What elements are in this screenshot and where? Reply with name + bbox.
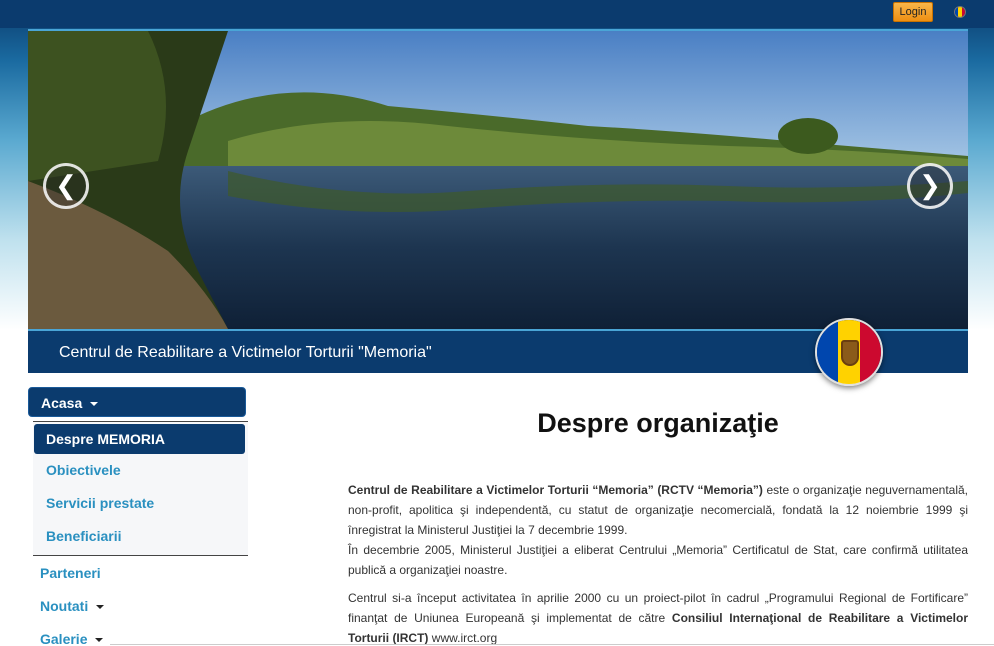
submenu-item-despre-memoria[interactable]: Despre MEMORIA [34,424,245,454]
paragraph: Centrul si-a început activitatea în apri… [348,588,968,646]
lake-landscape-image [28,31,968,329]
nav-item-acasa[interactable]: Acasa [28,387,246,417]
org-name: Centrul de Reabilitare a Victimelor Tort… [348,483,763,497]
login-button[interactable]: Login [893,2,933,22]
moldova-flag-icon[interactable] [954,6,966,18]
top-bar [0,0,994,28]
slider-prev-button[interactable]: ❮ [43,163,89,209]
divider [110,644,994,645]
article-body: Centrul de Reabilitare a Victimelor Tort… [348,480,968,646]
submenu-item-beneficiarii[interactable]: Beneficiarii [46,528,121,544]
caret-down-icon [95,638,104,643]
slider-next-button[interactable]: ❯ [907,163,953,209]
submenu-item-servicii[interactable]: Servicii prestate [46,495,154,511]
caret-down-icon [96,605,105,610]
submenu-item-obiectivele[interactable]: Obiectivele [46,462,121,478]
caret-down-icon [90,402,99,407]
page-title: Despre organizaţie [537,408,779,438]
nav-item-parteneri[interactable]: Parteneri [40,565,101,581]
nav-item-noutati[interactable]: Noutati [40,598,105,614]
nav-item-label: Parteneri [40,565,101,581]
nav-item-label: Noutati [40,598,89,614]
sidebar-nav: Acasa Despre MEMORIA Obiectivele Servici… [28,387,248,646]
nav-item-galerie[interactable]: Galerie [40,631,104,646]
nav-item-label: Galerie [40,631,88,646]
moldova-emblem-icon [815,318,883,386]
acasa-submenu: Despre MEMORIA Obiectivele Servicii pres… [33,421,248,556]
site-title: Centrul de Reabilitare a Victimelor Tort… [59,344,432,361]
irct-link[interactable]: www.irct.org [428,631,497,645]
paragraph-text: În decembrie 2005, Ministerul Justiţiei … [348,543,968,577]
nav-item-label: Acasa [41,395,83,411]
hero-slider: ❮ ❯ [28,29,968,331]
paragraph: Centrul de Reabilitare a Victimelor Tort… [348,480,968,580]
